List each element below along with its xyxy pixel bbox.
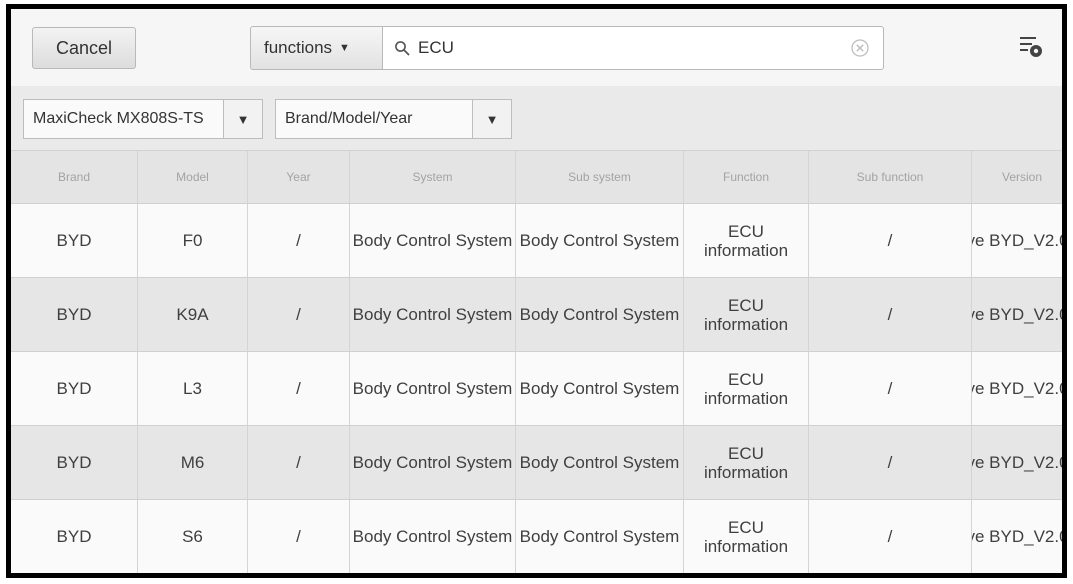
cell-model: K9A [138, 278, 248, 351]
cell-subsystem: Body Control System [516, 500, 684, 573]
table-row[interactable]: BYD F0 / Body Control System Body Contro… [11, 204, 1067, 278]
cell-function: ECU information [684, 352, 809, 425]
cell-system: Body Control System [350, 352, 516, 425]
info-icon[interactable]: i [1064, 407, 1067, 419]
cell-year: / [248, 500, 350, 573]
info-icon[interactable]: i [1064, 259, 1067, 271]
device-dropdown-label: MaxiCheck MX808S-TS [33, 110, 204, 127]
cell-system: Body Control System [350, 204, 516, 277]
cell-year: / [248, 204, 350, 277]
version-text: Above BYD_V2.00 [972, 305, 1062, 324]
cell-subfunction: / [809, 500, 972, 573]
info-icon[interactable]: i [1064, 555, 1067, 567]
cell-subfunction: / [809, 278, 972, 351]
table-row[interactable]: BYD K9A / Body Control System Body Contr… [11, 278, 1067, 352]
search-box[interactable] [382, 26, 884, 70]
column-header-subfunction[interactable]: Sub function [809, 151, 972, 203]
cell-model: S6 [138, 500, 248, 573]
info-icon[interactable]: i [1064, 333, 1067, 345]
info-icon[interactable]: i [1064, 481, 1067, 493]
cell-system: Body Control System [350, 278, 516, 351]
version-text: Above BYD_V2.00 [972, 527, 1062, 546]
device-dropdown[interactable]: MaxiCheck MX808S-TS ▼ [23, 99, 263, 139]
cell-year: / [248, 278, 350, 351]
version-text: Above BYD_V2.00 [972, 379, 1062, 398]
filter-settings-icon[interactable] [1018, 35, 1044, 59]
search-icon [395, 41, 410, 56]
cell-subsystem: Body Control System [516, 426, 684, 499]
column-header-model[interactable]: Model [138, 151, 248, 203]
cell-subfunction: / [809, 352, 972, 425]
version-text: Above BYD_V2.00 [972, 231, 1062, 250]
search-scope-select[interactable]: functions ▼ [250, 26, 383, 70]
filter-bar: MaxiCheck MX808S-TS ▼ Brand/Model/Year ▼ [11, 86, 1062, 151]
column-header-version[interactable]: Version [972, 151, 1062, 203]
version-text: Above BYD_V2.00 [972, 453, 1062, 472]
cell-model: F0 [138, 204, 248, 277]
cell-function: ECU information [684, 204, 809, 277]
table-row[interactable]: BYD M6 / Body Control System Body Contro… [11, 426, 1067, 500]
cell-brand: BYD [11, 500, 138, 573]
cell-function: ECU information [684, 278, 809, 351]
cancel-button[interactable]: Cancel [32, 27, 136, 69]
cell-version: Above BYD_V2.00 i [972, 352, 1067, 425]
table-header: Brand Model Year System Sub system Funct… [11, 151, 1062, 204]
cell-year: / [248, 352, 350, 425]
clear-icon[interactable] [851, 39, 869, 57]
cell-year: / [248, 426, 350, 499]
cell-brand: BYD [11, 352, 138, 425]
column-header-subsystem[interactable]: Sub system [516, 151, 684, 203]
cell-model: M6 [138, 426, 248, 499]
cell-brand: BYD [11, 426, 138, 499]
cell-version: Above BYD_V2.00 i [972, 500, 1067, 573]
cell-model: L3 [138, 352, 248, 425]
column-header-system[interactable]: System [350, 151, 516, 203]
column-header-function[interactable]: Function [684, 151, 809, 203]
column-header-brand[interactable]: Brand [11, 151, 138, 203]
vehicle-dropdown[interactable]: Brand/Model/Year ▼ [275, 99, 512, 139]
cell-subsystem: Body Control System [516, 278, 684, 351]
cell-subfunction: / [809, 204, 972, 277]
cell-function: ECU information [684, 426, 809, 499]
cell-system: Body Control System [350, 500, 516, 573]
table-row[interactable]: BYD S6 / Body Control System Body Contro… [11, 500, 1067, 573]
search-input[interactable] [416, 32, 851, 64]
column-header-year[interactable]: Year [248, 151, 350, 203]
triangle-down-icon: ▼ [223, 100, 262, 138]
triangle-down-icon: ▼ [472, 100, 511, 138]
function-table: Brand Model Year System Sub system Funct… [11, 151, 1067, 573]
cell-subfunction: / [809, 426, 972, 499]
vehicle-dropdown-label: Brand/Model/Year [285, 110, 413, 127]
search-scope-label: functions [264, 38, 333, 57]
table-row[interactable]: BYD L3 / Body Control System Body Contro… [11, 352, 1067, 426]
cell-subsystem: Body Control System [516, 204, 684, 277]
triangle-down-icon: ▼ [339, 42, 350, 54]
cell-version: Above BYD_V2.00 i [972, 278, 1067, 351]
cell-system: Body Control System [350, 426, 516, 499]
cell-subsystem: Body Control System [516, 352, 684, 425]
cell-brand: BYD [11, 278, 138, 351]
cell-function: ECU information [684, 500, 809, 573]
cell-brand: BYD [11, 204, 138, 277]
app-window: Cancel functions ▼ ECU MaxiCheck MX808S-… [6, 4, 1067, 578]
cell-version: Above BYD_V2.00 i [972, 426, 1067, 499]
cell-version: Above BYD_V2.00 i [972, 204, 1067, 277]
top-toolbar: Cancel functions ▼ [11, 9, 1062, 87]
